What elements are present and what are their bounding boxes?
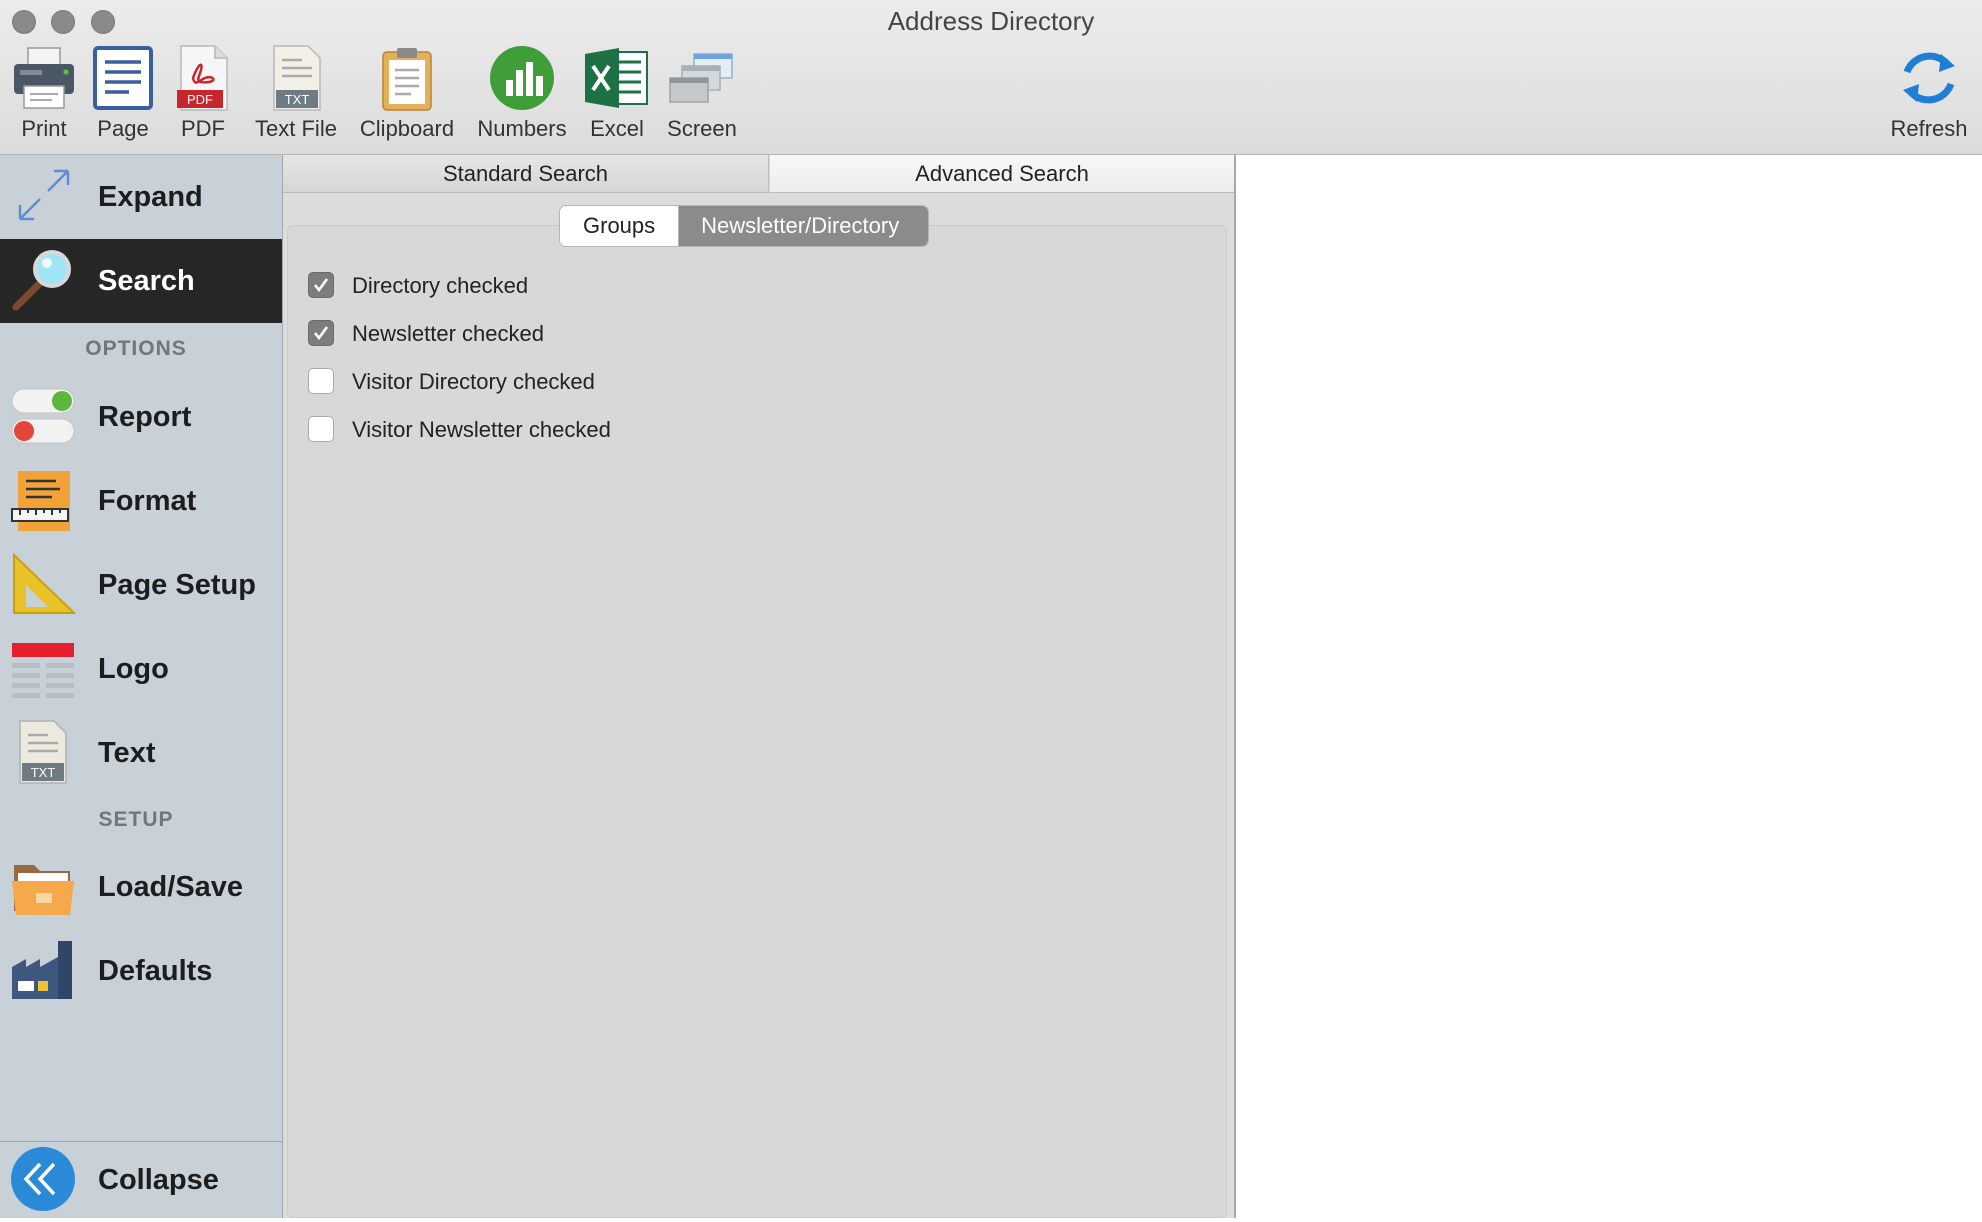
- page-icon: [93, 46, 153, 110]
- excel-icon: [585, 48, 648, 108]
- svg-text:TXT: TXT: [31, 765, 56, 780]
- pdf-button[interactable]: PDF PDF: [168, 44, 238, 144]
- excel-button[interactable]: Excel: [580, 44, 654, 144]
- checkbox-label: Visitor Newsletter checked: [352, 417, 611, 442]
- checkbox[interactable]: [308, 368, 334, 394]
- numbers-icon: [490, 46, 554, 110]
- segmented-control: Groups Newsletter/Directory: [559, 205, 930, 247]
- setup-section-header: SETUP: [98, 808, 174, 831]
- refresh-icon: [1903, 52, 1955, 104]
- sidebar-item-report[interactable]: Report: [0, 375, 282, 459]
- magnifier-icon: [12, 250, 71, 311]
- sidebar-item-label: Collapse: [98, 1164, 219, 1196]
- printer-icon: [14, 47, 74, 109]
- checkbox[interactable]: [308, 320, 334, 346]
- logo-layout-icon: [12, 643, 74, 698]
- svg-text:TXT: TXT: [285, 92, 310, 107]
- sidebar-item-label: Text: [98, 737, 156, 769]
- report-preview-area: [1236, 155, 1982, 1218]
- checkbox-label: Newsletter checked: [352, 321, 544, 346]
- pdf-label: PDF: [181, 116, 225, 141]
- set-square-icon: [13, 552, 76, 614]
- text-file-icon: TXT: [19, 720, 67, 784]
- sidebar-item-label: Page Setup: [98, 569, 256, 601]
- sidebar-item-format[interactable]: Format: [0, 459, 282, 543]
- svg-text:PDF: PDF: [187, 92, 213, 107]
- sidebar: Expand Search OPTIONS Report Format Page…: [0, 155, 283, 1218]
- clipboard-icon: [382, 48, 432, 111]
- sidebar-item-search[interactable]: Search: [0, 239, 282, 323]
- sidebar-item-label: Expand: [98, 181, 203, 213]
- options-section-header: OPTIONS: [85, 337, 187, 360]
- text-file-button[interactable]: TXT Text File: [248, 44, 344, 144]
- checkmark-icon: [313, 278, 329, 293]
- sidebar-item-label: Defaults: [98, 955, 213, 987]
- clipboard-label: Clipboard: [359, 116, 455, 141]
- page-label: Page: [97, 116, 149, 141]
- sidebar-item-page-setup[interactable]: Page Setup: [0, 543, 282, 627]
- print-label: Print: [21, 116, 67, 141]
- double-chevron-left-icon: [11, 1147, 75, 1211]
- refresh-label: Refresh: [1890, 116, 1968, 141]
- collapse-area: Collapse: [0, 1141, 282, 1219]
- sidebar-item-label: Load/Save: [98, 871, 244, 903]
- sidebar-item-collapse[interactable]: Collapse: [0, 1138, 282, 1222]
- screen-label: Screen: [667, 116, 737, 141]
- excel-label: Excel: [590, 116, 644, 141]
- pdf-file-icon: PDF: [177, 45, 228, 111]
- segment-groups[interactable]: Groups: [560, 206, 680, 246]
- print-button[interactable]: Print: [4, 44, 84, 144]
- sidebar-item-label: Logo: [98, 653, 169, 685]
- tab-advanced-search[interactable]: Advanced Search: [770, 155, 1234, 193]
- sidebar-item-label: Search: [98, 265, 195, 297]
- tab-standard-search[interactable]: Standard Search: [283, 155, 769, 193]
- toggle-switches-icon: [11, 388, 75, 444]
- search-panel: Standard Search Advanced Search Groups N…: [283, 155, 1236, 1218]
- window-toolbar: Address Directory Print Page PDF PDF TXT…: [0, 0, 1982, 155]
- refresh-button[interactable]: Refresh: [1884, 44, 1974, 144]
- text-file-icon: TXT: [273, 45, 321, 111]
- sidebar-item-expand[interactable]: Expand: [0, 155, 282, 239]
- checkbox-label: Directory checked: [352, 273, 529, 298]
- format-ruler-icon: [11, 471, 70, 531]
- numbers-button[interactable]: Numbers: [472, 44, 572, 144]
- checkbox[interactable]: [308, 272, 334, 298]
- sidebar-item-label: Format: [98, 485, 197, 517]
- clipboard-button[interactable]: Clipboard: [354, 44, 460, 144]
- sidebar-item-defaults[interactable]: Defaults: [0, 929, 282, 1013]
- text-file-label: Text File: [255, 116, 337, 141]
- folder-icon: [12, 865, 74, 915]
- checkmark-icon: [313, 326, 329, 341]
- segment-newsletter-directory[interactable]: Newsletter/Directory: [679, 206, 929, 246]
- checkbox-label: Visitor Directory checked: [352, 369, 595, 394]
- sidebar-item-load-save[interactable]: Load/Save: [0, 845, 282, 929]
- screen-button[interactable]: Screen: [662, 44, 742, 144]
- sidebar-item-label: Report: [98, 401, 192, 433]
- factory-icon: [12, 941, 72, 999]
- sidebar-item-logo[interactable]: Logo: [0, 627, 282, 711]
- expand-arrows-icon: [18, 169, 70, 221]
- screen-windows-icon: [669, 53, 733, 103]
- window-title: Address Directory: [887, 6, 1095, 36]
- page-button[interactable]: Page: [87, 44, 159, 144]
- checkbox[interactable]: [308, 416, 334, 442]
- numbers-label: Numbers: [477, 116, 567, 141]
- sidebar-item-text[interactable]: TXT Text: [0, 711, 282, 795]
